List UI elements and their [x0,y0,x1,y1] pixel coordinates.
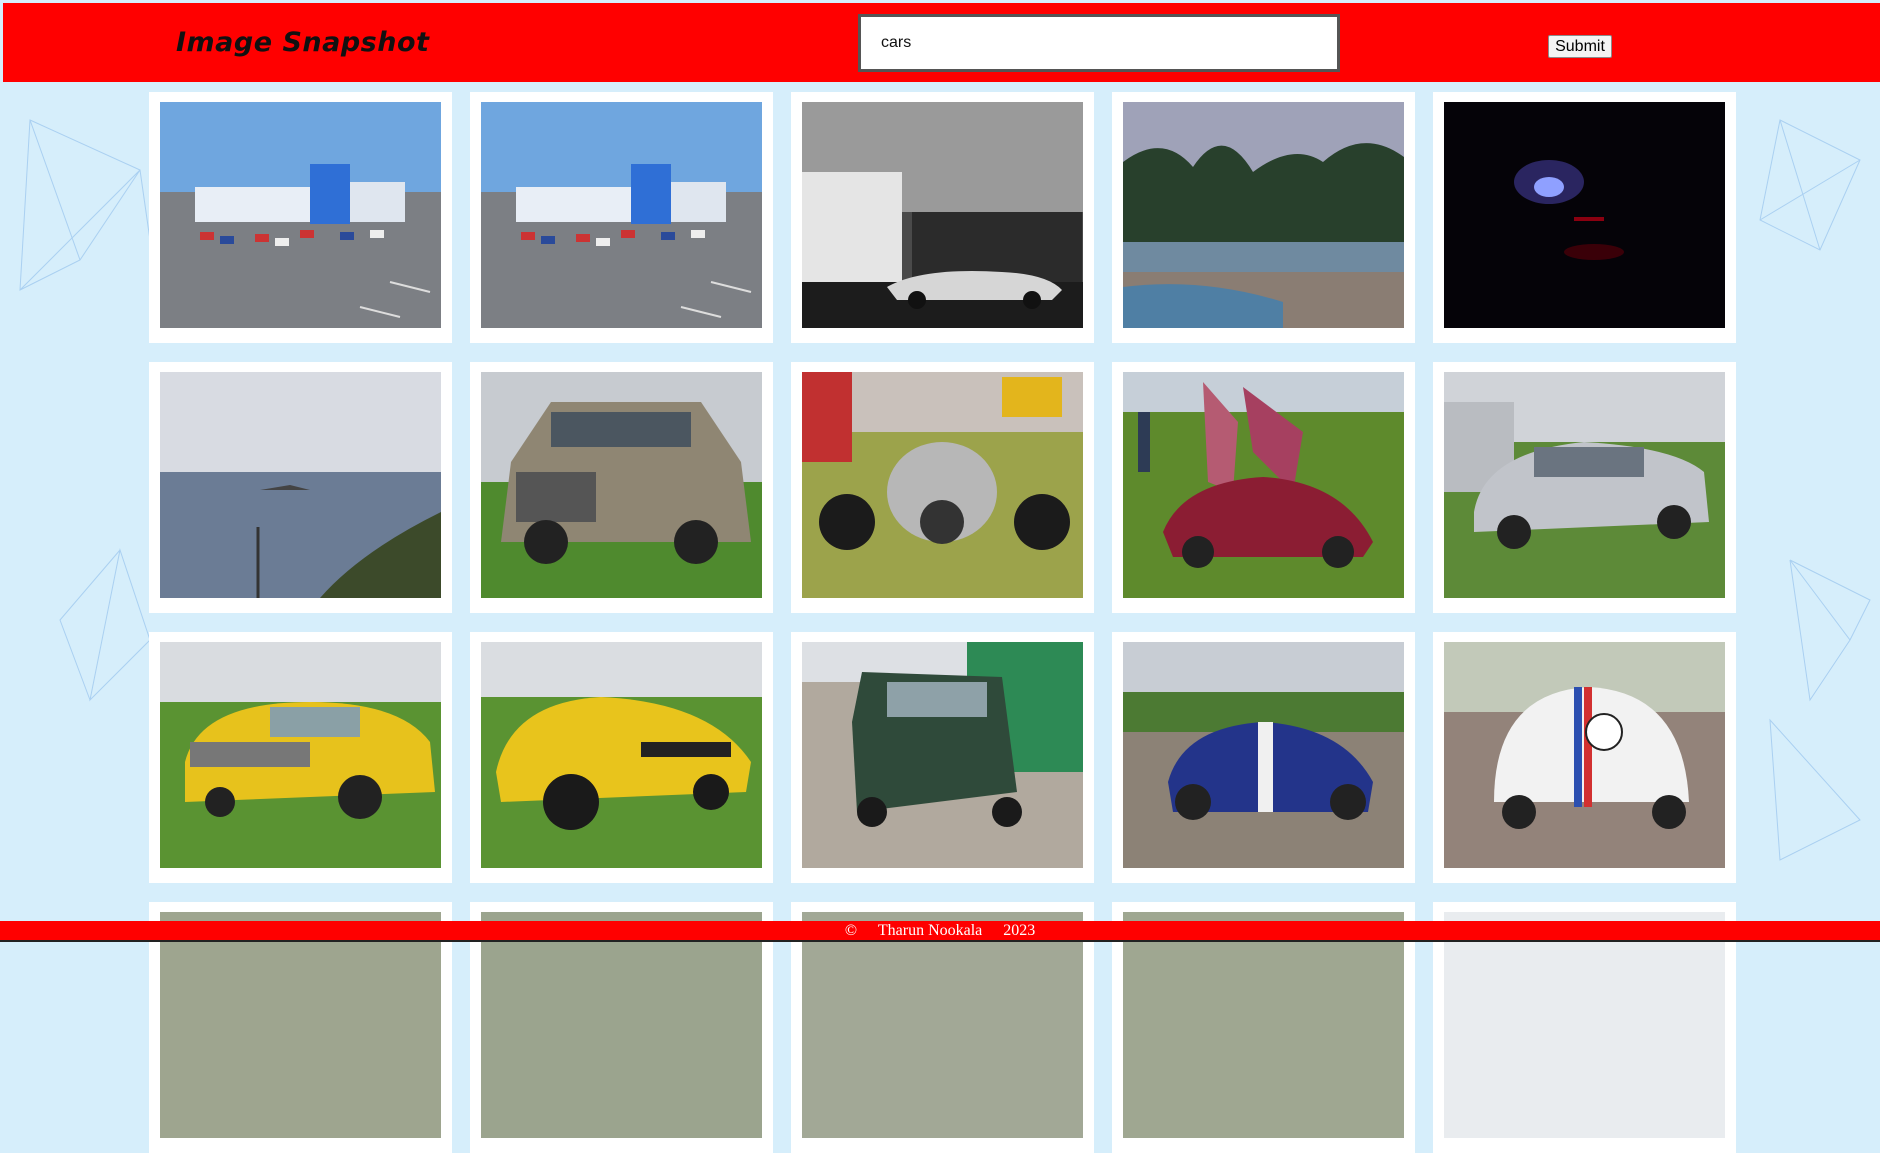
gallery-image-pickup-truck [481,372,762,598]
page-footer: © Tharun Nookala 2023 [0,921,1880,942]
gallery-image [802,912,1083,1138]
gallery-image [481,912,762,1138]
gallery-image-blue-cobra [1123,642,1404,868]
image-gallery [149,92,1739,1153]
gallery-card[interactable] [1112,92,1415,343]
gallery-image-green-van [802,642,1083,868]
gallery-image-yellow-mustang [160,642,441,868]
app-header: Image Snapshot Submit [3,3,1880,82]
gallery-card[interactable] [1433,632,1736,883]
gallery-image [1444,912,1725,1138]
gallery-image-dealership [160,102,441,328]
gallery-card[interactable] [1112,632,1415,883]
gallery-image-tunnel [1444,102,1725,328]
gallery-image-silver-sedan [1444,372,1725,598]
submit-button[interactable]: Submit [1548,35,1612,58]
gallery-image-bw-street [802,102,1083,328]
footer-author: Tharun Nookala [877,922,983,939]
gallery-image-dealership [481,102,762,328]
gallery-card[interactable] [470,632,773,883]
gallery-image-three-wheeler [802,372,1083,598]
gallery-card[interactable] [791,632,1094,883]
gallery-card[interactable] [149,632,452,883]
gallery-card[interactable] [149,92,452,343]
search-input[interactable] [858,14,1340,72]
gallery-card[interactable] [791,362,1094,613]
gallery-card[interactable] [470,92,773,343]
footer-year: 2023 [1003,922,1036,939]
gallery-image [1123,912,1404,1138]
brand-title: Image Snapshot [176,27,430,58]
gallery-card[interactable] [791,92,1094,343]
gallery-image [160,912,441,1138]
copyright-symbol: © [844,922,857,939]
gallery-card[interactable] [1433,362,1736,613]
gallery-card[interactable] [149,362,452,613]
gallery-image-red-scissor-doors [1123,372,1404,598]
gallery-image-coastal-bay [1123,102,1404,328]
gallery-card[interactable] [1112,362,1415,613]
gallery-card[interactable] [1433,92,1736,343]
gallery-image-bay-island [160,372,441,598]
gallery-card[interactable] [470,362,773,613]
gallery-image-white-beetle [1444,642,1725,868]
gallery-image-yellow-muscle-car [481,642,762,868]
